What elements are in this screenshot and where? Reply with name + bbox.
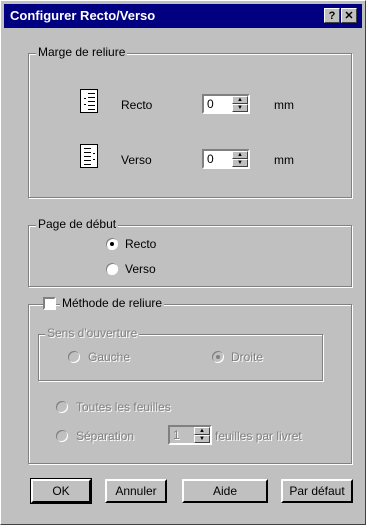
opening-direction-group	[38, 334, 323, 381]
start-recto-radio[interactable]	[106, 238, 118, 250]
binding-method-checkbox[interactable]	[43, 297, 56, 310]
verso-page-icon	[80, 144, 98, 168]
separation-radio[interactable]	[56, 430, 68, 442]
recto-unit: mm	[274, 98, 294, 112]
help-icon[interactable]: ?	[324, 8, 340, 23]
separation-up-arrow-icon[interactable]: ▲	[194, 427, 210, 435]
recto-up-arrow-icon[interactable]: ▲	[232, 96, 248, 104]
recto-page-icon	[80, 89, 98, 113]
separation-value[interactable]: 1	[173, 428, 180, 442]
default-button[interactable]: Par défaut	[281, 479, 353, 503]
open-right-label[interactable]: Droite	[231, 350, 263, 364]
open-left-label[interactable]: Gauche	[88, 350, 130, 364]
binding-method-label[interactable]: Méthode de reliure	[60, 296, 165, 310]
start-page-group	[28, 225, 352, 287]
start-page-label: Page de début	[36, 217, 119, 231]
recto-margin-value[interactable]: 0	[207, 97, 214, 111]
title-bar[interactable]: Configurer Recto/Verso ? ✕	[4, 4, 362, 28]
recto-margin-stepper[interactable]: 0 ▲ ▼	[202, 94, 250, 114]
verso-margin-label: Verso	[121, 153, 152, 167]
help-button[interactable]: Aide	[182, 479, 268, 503]
open-right-radio[interactable]	[212, 351, 224, 363]
binding-margin-label: Marge de reliure	[36, 45, 128, 59]
start-recto-label[interactable]: Recto	[125, 237, 156, 251]
open-left-radio[interactable]	[68, 351, 80, 363]
opening-direction-label: Sens d'ouverture	[45, 326, 140, 340]
dialog-title: Configurer Recto/Verso	[10, 8, 156, 23]
all-sheets-radio[interactable]	[56, 401, 68, 413]
all-sheets-label[interactable]: Toutes les feuilles	[76, 400, 171, 414]
verso-up-arrow-icon[interactable]: ▲	[232, 151, 248, 159]
close-icon[interactable]: ✕	[341, 8, 357, 23]
sheets-per-booklet-label: feuilles par livret	[215, 429, 302, 443]
binding-margin-group	[28, 53, 352, 198]
start-verso-label[interactable]: Verso	[125, 262, 156, 276]
separation-stepper[interactable]: 1 ▲ ▼	[168, 425, 212, 445]
separation-label[interactable]: Séparation	[76, 429, 134, 443]
verso-unit: mm	[274, 153, 294, 167]
cancel-button[interactable]: Annuler	[105, 479, 167, 503]
ok-button[interactable]: OK	[30, 478, 92, 504]
start-verso-radio[interactable]	[106, 263, 118, 275]
verso-down-arrow-icon[interactable]: ▼	[232, 159, 248, 167]
dialog-window: Configurer Recto/Verso ? ✕ Marge de reli…	[0, 0, 366, 525]
separation-down-arrow-icon[interactable]: ▼	[194, 435, 210, 443]
verso-margin-stepper[interactable]: 0 ▲ ▼	[202, 149, 250, 169]
verso-margin-value[interactable]: 0	[207, 152, 214, 166]
recto-margin-label: Recto	[121, 98, 153, 112]
recto-down-arrow-icon[interactable]: ▼	[232, 104, 248, 112]
